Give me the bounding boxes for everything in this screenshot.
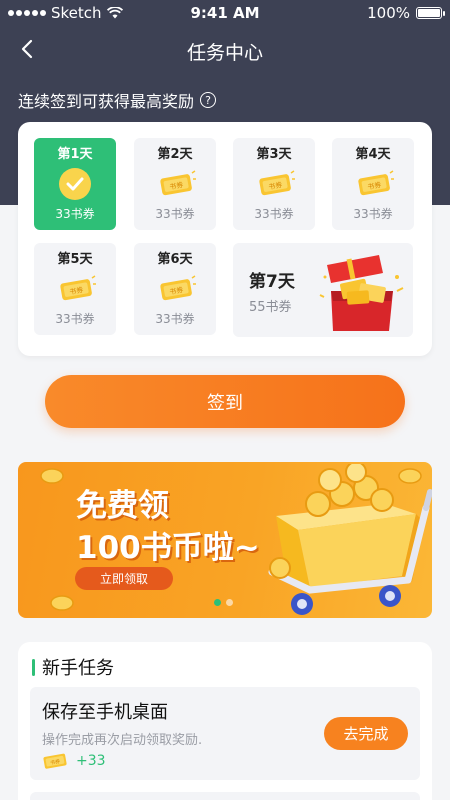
ticket-icon: 书券 (157, 170, 196, 196)
coin-decoration-icon (40, 468, 64, 484)
day-label: 第6天 (157, 252, 193, 267)
help-icon[interactable]: ? (200, 92, 217, 108)
section-accent-bar (32, 658, 35, 676)
battery-status: 100% (367, 4, 445, 22)
claim-now-button[interactable]: 立即领取 (75, 567, 173, 590)
day-3-tile[interactable]: 第3天 书券 33书券 (233, 138, 315, 230)
day-reward: 33书券 (353, 207, 393, 221)
day-label: 第4天 (355, 147, 391, 162)
task-description: 操作完成再次启动领取奖励. (42, 733, 203, 748)
day-4-tile[interactable]: 第4天 书券 33书券 (332, 138, 414, 230)
day-reward: 33书券 (254, 207, 294, 221)
day-5-tile[interactable]: 第5天 书券 33书券 (34, 243, 116, 335)
section-header: 新手任务 (32, 654, 114, 680)
shopping-cart-icon (268, 464, 432, 615)
navigation-bar: 任务中心 (0, 30, 450, 70)
task-title: 保存至手机桌面 (42, 702, 168, 723)
task-card (30, 792, 420, 800)
ticket-icon: 书券 (43, 753, 67, 769)
status-bar: Sketch 9:41 AM 100% (0, 0, 450, 26)
carousel-dot[interactable] (226, 599, 233, 606)
streak-info: 连续签到可获得最高奖励 ? (18, 88, 217, 112)
day-label: 第5天 (57, 252, 93, 267)
day-2-tile[interactable]: 第2天 书券 33书券 (134, 138, 216, 230)
day-reward: 55书券 (249, 300, 292, 315)
ticket-icon: 书券 (57, 275, 96, 301)
checkmark-icon (59, 168, 91, 200)
day-label: 第3天 (256, 147, 292, 162)
day-label: 第2天 (157, 147, 193, 162)
promo-banner[interactable]: 免费领 100书币啦~ 立即领取 (18, 462, 432, 618)
battery-fill (418, 9, 440, 17)
day-reward: 33书券 (55, 312, 95, 326)
carousel-indicators (214, 599, 233, 606)
signin-button[interactable]: 签到 (45, 375, 405, 428)
ticket-icon: 书券 (157, 275, 196, 301)
day-reward: 33书券 (155, 312, 195, 326)
newbie-tasks-section: 新手任务 保存至手机桌面 操作完成再次启动领取奖励. 书券 +33 去完成 (18, 642, 432, 800)
task-reward-amount: +33 (76, 753, 106, 769)
checkin-card: 第1天 33书券 第2天 书券 33书券 第3天 书券 33书券 第4天 书券 … (18, 122, 432, 356)
task-card: 保存至手机桌面 操作完成再次启动领取奖励. 书券 +33 去完成 (30, 687, 420, 780)
day-reward: 33书券 (55, 207, 95, 221)
gift-box-icon (319, 255, 404, 331)
day-7-tile[interactable]: 第7天 55书券 (233, 243, 413, 337)
day-6-tile[interactable]: 第6天 书券 33书券 (134, 243, 216, 335)
day-reward: 33书券 (155, 207, 195, 221)
banner-headline-2: 100书币啦~ (76, 530, 260, 566)
banner-headline-1: 免费领 (76, 488, 169, 524)
task-reward: 书券 +33 (42, 751, 106, 771)
streak-text: 连续签到可获得最高奖励 (18, 92, 195, 111)
battery-percent: 100% (367, 4, 410, 22)
battery-icon (416, 7, 445, 19)
day-1-tile[interactable]: 第1天 33书券 (34, 138, 116, 230)
ticket-icon: 书券 (355, 170, 394, 196)
go-complete-button[interactable]: 去完成 (324, 717, 408, 750)
coin-decoration-icon (50, 595, 74, 611)
carousel-dot[interactable] (214, 599, 221, 606)
page-title: 任务中心 (186, 42, 263, 64)
section-title: 新手任务 (42, 658, 114, 679)
day-label: 第7天 (249, 272, 295, 292)
day-label: 第1天 (57, 147, 93, 162)
ticket-icon: 书券 (256, 170, 295, 196)
